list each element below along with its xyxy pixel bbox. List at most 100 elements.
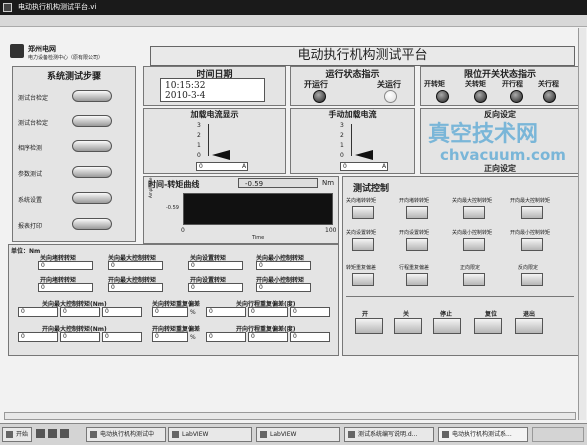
quicklaunch-icon[interactable] (60, 429, 69, 438)
load-current-axis: 0 (199, 163, 203, 170)
manual-current-scale (349, 124, 352, 156)
param-value: 0 (293, 333, 297, 340)
system-tray (532, 427, 584, 442)
travel-repeat-dev-button[interactable] (406, 273, 428, 286)
manual-current-slider-icon[interactable] (355, 150, 373, 160)
open-stall-torque-button[interactable] (406, 206, 428, 219)
labview-icon (172, 431, 179, 438)
manual-current-readout[interactable]: 0 A (340, 162, 388, 171)
manual-tick: 1 (340, 142, 344, 149)
limit-open-torque-led-icon (436, 90, 449, 103)
quicklaunch-icon[interactable] (48, 429, 57, 438)
window-title: 电动执行机构测试平台.vi (18, 3, 97, 11)
param-value: 0 (63, 333, 67, 340)
control-label: 开向最大控制转矩 (510, 198, 551, 204)
window-icon (90, 431, 97, 438)
reset-button[interactable] (474, 318, 502, 334)
step-toggle[interactable] (72, 166, 112, 178)
control-label: 关向设置转矩 (346, 230, 377, 236)
bottom-label: 开 (362, 311, 369, 318)
reverse-limit-button[interactable] (521, 273, 543, 286)
step-label: 测试台检定 (18, 120, 49, 127)
step-system-settings[interactable]: 系统设置 (14, 192, 124, 206)
open-set-torque-button[interactable] (406, 238, 428, 251)
logo-line1: 郑州电网 (28, 45, 56, 53)
forward-limit-button[interactable] (463, 273, 485, 286)
param-value: 0 (209, 333, 213, 340)
load-tick: 3 (197, 122, 201, 129)
open-max-torque-button[interactable] (521, 206, 543, 219)
horizontal-scrollbar[interactable] (4, 412, 576, 420)
reverse-run-label: 关运行 (377, 80, 401, 89)
windows-logo-icon (6, 431, 13, 438)
step-phase-detection[interactable]: 相序检测 (14, 140, 124, 154)
param-value-close-max: 0 (108, 261, 163, 270)
close-min-torque-button[interactable] (463, 238, 485, 251)
curve-unit: Nm (322, 179, 335, 187)
param-close-max-cell-2: 0 (60, 307, 100, 317)
param-value: 0 (21, 333, 25, 340)
step-label: 相序检测 (18, 145, 43, 152)
date-value: 2010-3-4 (165, 91, 206, 101)
step-report-print[interactable]: 报表打印 (14, 218, 124, 232)
param-close-travel-dev-1: 0 (206, 307, 246, 317)
param-value-close-stall: 0 (38, 261, 93, 270)
params-unit-label: 单位：Nm (11, 248, 41, 255)
control-divider (346, 296, 574, 297)
step-test-bench-calibration-1[interactable]: 测试台检定 (14, 90, 124, 104)
forward-run-label: 开运行 (304, 80, 328, 89)
close-max-torque-button[interactable] (463, 206, 485, 219)
param-pct: % (190, 334, 196, 341)
start-button[interactable]: 开始 (2, 427, 32, 442)
taskbar-item[interactable]: 测试系统编写说明.d... (344, 427, 434, 442)
param-value: 0 (105, 308, 109, 315)
forward-run-led-icon (313, 90, 326, 103)
param-value: 0 (111, 284, 115, 291)
step-toggle[interactable] (72, 140, 112, 152)
step-toggle[interactable] (72, 218, 112, 230)
step-toggle[interactable] (72, 115, 112, 127)
param-open-max-cell-2: 0 (60, 332, 100, 342)
stop-button[interactable] (433, 318, 461, 334)
param-pct: % (190, 309, 196, 316)
control-label: 开向设置转矩 (399, 230, 430, 236)
step-test-bench-calibration-2[interactable]: 测试台检定 (14, 115, 124, 129)
param-value: 0 (21, 308, 25, 315)
limit-close-travel-led-icon (543, 90, 556, 103)
taskbar-item[interactable]: LabVIEW (168, 427, 252, 442)
param-value: 0 (155, 308, 159, 315)
labview-icon (260, 431, 267, 438)
taskbar-item[interactable]: 电动执行机构测试中 (86, 427, 166, 442)
param-close-max-cell-1: 0 (18, 307, 58, 317)
open-min-torque-button[interactable] (521, 238, 543, 251)
watermark-url: chvacuum.com (440, 146, 566, 164)
taskbar-item[interactable]: LabVIEW (256, 427, 340, 442)
param-open-max-cell-1: 0 (18, 332, 58, 342)
param-value: 0 (191, 262, 195, 269)
step-toggle[interactable] (72, 90, 112, 102)
torque-repeat-dev-button[interactable] (352, 273, 374, 286)
exit-button[interactable] (515, 318, 543, 334)
param-open-travel-dev-1: 0 (206, 332, 246, 342)
app-icon (3, 3, 12, 12)
close-stall-torque-button[interactable] (352, 206, 374, 219)
quicklaunch-icon[interactable] (36, 429, 45, 438)
param-value: 0 (111, 262, 115, 269)
close-set-torque-button[interactable] (352, 238, 374, 251)
step-parameter-test[interactable]: 参数测试 (14, 166, 124, 180)
step-toggle[interactable] (72, 192, 112, 204)
bottom-label: 退出 (523, 311, 536, 318)
close-button[interactable] (394, 318, 422, 334)
forward-setpoint-label: 正向设定 (484, 163, 516, 173)
step-label: 系统设置 (18, 197, 43, 204)
control-label: 行程重复偏差 (399, 265, 430, 271)
param-value: 0 (209, 308, 213, 315)
param-value-open-set: 0 (188, 283, 243, 292)
logo-line2: 电力设备检测中心（原有限公司） (28, 55, 104, 61)
company-logo: 郑州电网 电力设备检测中心（原有限公司） (10, 42, 130, 64)
curve-x0: 0 (181, 227, 185, 234)
taskbar-item[interactable]: 电动执行机构测试系... (438, 427, 528, 442)
vertical-scrollbar[interactable] (578, 28, 586, 420)
quicklaunch (36, 429, 84, 440)
open-button[interactable] (355, 318, 383, 334)
